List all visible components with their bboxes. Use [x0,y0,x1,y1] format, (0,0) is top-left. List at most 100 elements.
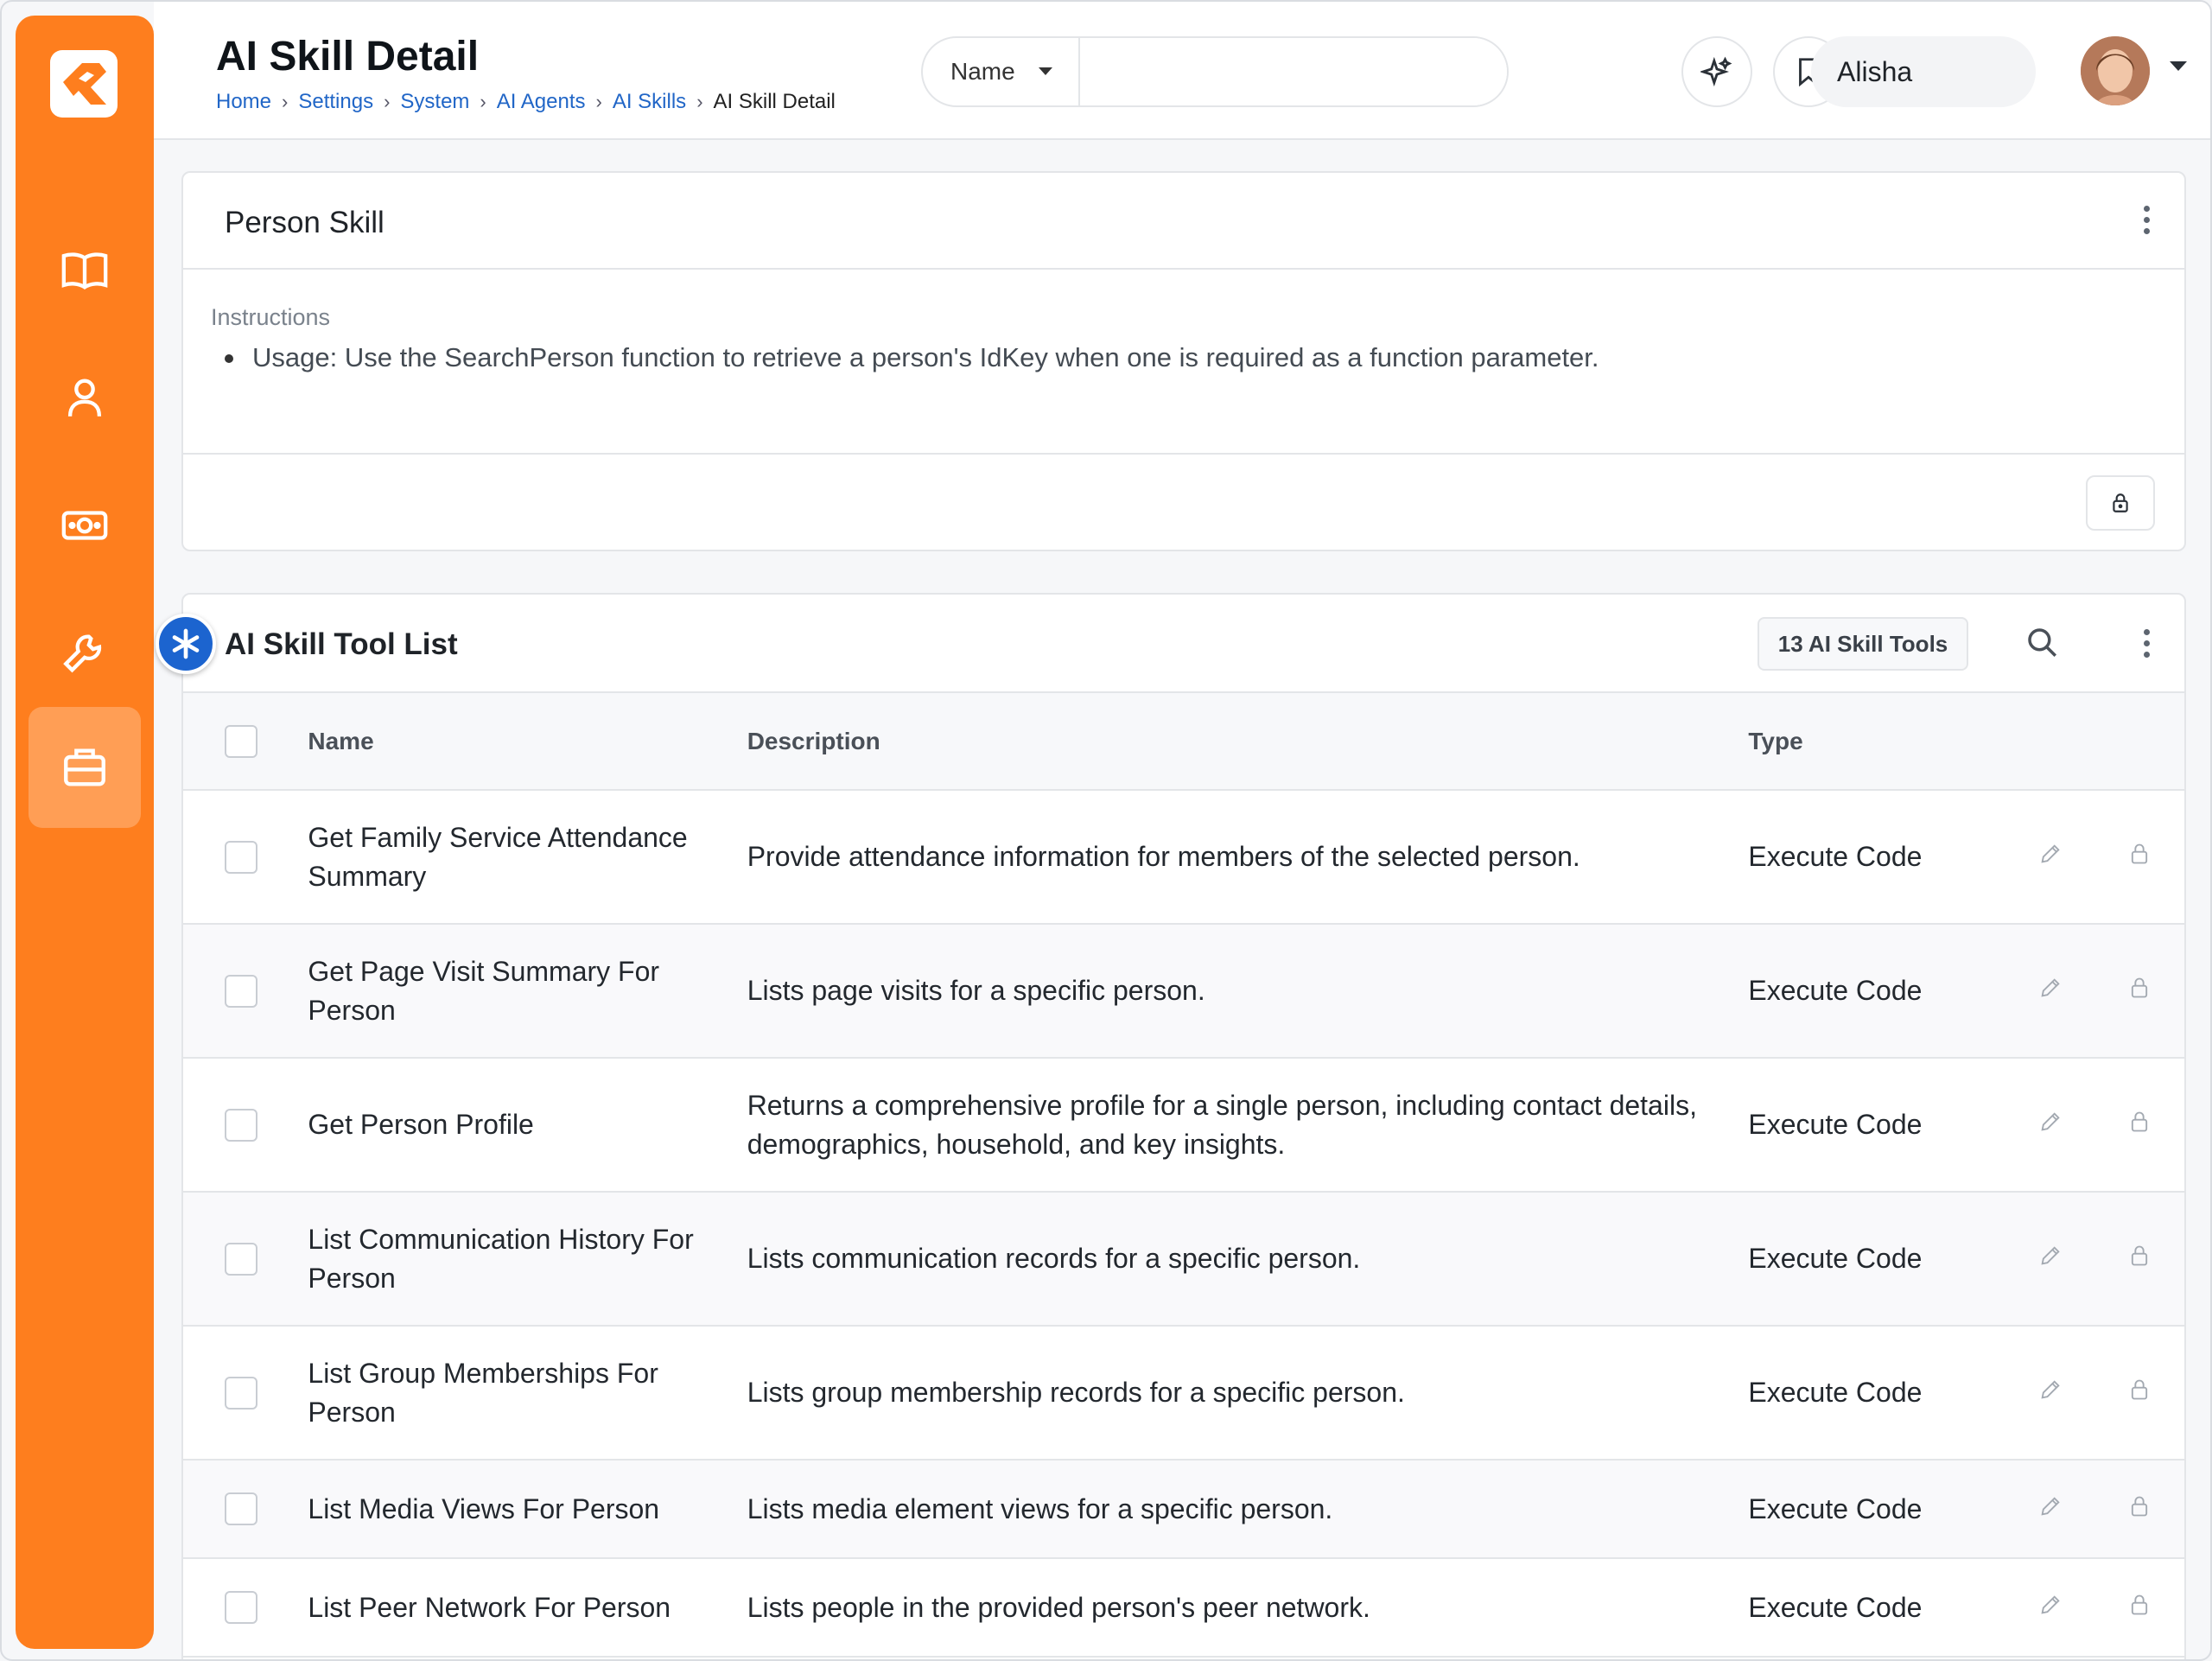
sidebar-item-tools[interactable] [29,593,141,714]
row-name: Get Family Service Attendance Summary [308,790,747,925]
row-checkbox[interactable] [225,1376,257,1410]
rock-logo-icon [63,63,106,105]
skill-title: Person Skill [225,206,385,239]
row-description: Returns a comprehensive profile for a si… [747,1058,1749,1193]
pencil-icon[interactable] [2038,1244,2063,1268]
book-icon [61,252,108,290]
search-bar: Name [921,36,1509,107]
column-name[interactable]: Name [308,693,747,791]
table-row[interactable]: List Media Views For Person Lists media … [183,1460,2184,1559]
row-checkbox[interactable] [225,974,257,1008]
breadcrumb-current: AI Skill Detail [713,90,836,113]
sparkles-icon [1700,56,1732,87]
search-input[interactable] [1080,38,1507,105]
ai-assistant-button[interactable] [1681,36,1752,107]
money-icon [61,511,108,540]
chevron-right-icon: › [595,91,602,112]
lock-icon[interactable] [2127,1494,2152,1518]
avatar[interactable] [2081,36,2150,105]
select-all-checkbox[interactable] [225,724,257,758]
table-row[interactable]: Get Page Visit Summary For Person Lists … [183,924,2184,1059]
row-checkbox[interactable] [225,1242,257,1276]
lock-icon[interactable] [2127,976,2152,1000]
pencil-icon[interactable] [2038,1494,2063,1518]
tool-table: Name Description Type Get Family Service… [183,693,2184,1658]
column-type[interactable]: Type [1748,693,2006,791]
breadcrumb-ai-skills[interactable]: AI Skills [613,90,686,114]
table-row[interactable]: List Peer Network For Person Lists peopl… [183,1558,2184,1658]
select-all-cell [183,693,308,791]
table-row[interactable]: Get Person Profile Returns a comprehensi… [183,1058,2184,1193]
instructions-label: Instructions [211,304,331,330]
search-field-label: Name [950,58,1015,85]
lock-icon[interactable] [2127,842,2152,866]
lock-icon[interactable] [2127,1593,2152,1617]
sidebar-item-people[interactable] [29,337,141,458]
row-name: Get Person Profile [308,1058,747,1193]
row-type: Execute Code [1748,1460,2006,1559]
column-edit [2005,693,2095,791]
search-field-select[interactable]: Name [923,38,1080,105]
chevron-right-icon: › [384,91,391,112]
user-menu[interactable]: Alisha [1811,36,2036,107]
security-button[interactable] [2086,475,2155,531]
row-checkbox[interactable] [225,1108,257,1142]
table-row[interactable]: Get Family Service Attendance Summary Pr… [183,790,2184,925]
row-name: List Group Memberships For Person [308,1326,747,1461]
app-window: AI Skill Detail Home › Settings › System… [0,0,2212,1661]
asterisk-icon[interactable] [156,614,216,674]
chevron-right-icon: › [282,91,289,112]
lock-icon[interactable] [2127,1244,2152,1268]
pencil-icon[interactable] [2038,842,2063,866]
tool-count-badge: 13 AI Skill Tools [1758,617,1968,671]
lock-icon[interactable] [2127,1110,2152,1134]
table-row[interactable]: List Communication History For Person Li… [183,1192,2184,1327]
row-description: Lists group membership records for a spe… [747,1326,1749,1461]
sidebar-item-book[interactable] [29,210,141,331]
briefcase-icon [64,748,105,786]
row-checkbox[interactable] [225,840,257,874]
breadcrumb-system[interactable]: System [400,90,469,114]
row-type: Execute Code [1748,1058,2006,1193]
column-description[interactable]: Description [747,693,1749,791]
wrench-icon [63,634,102,673]
row-checkbox[interactable] [225,1492,257,1525]
user-caret-down-icon[interactable] [2169,60,2188,73]
pencil-icon[interactable] [2038,1110,2063,1134]
pencil-icon[interactable] [2038,1378,2063,1402]
avatar-image [2081,36,2150,105]
row-description: Lists page visits for a specific person. [747,924,1749,1059]
row-name: Get Page Visit Summary For Person [308,924,747,1059]
row-description: Provide attendance information for membe… [747,790,1749,925]
skill-detail-card: Person Skill Instructions Usage: Use the… [181,171,2186,551]
breadcrumb-home[interactable]: Home [216,90,271,114]
tool-list-title: AI Skill Tool List [225,627,458,661]
sidebar-item-admin[interactable] [29,707,141,828]
tool-list-header: AI Skill Tool List 13 AI Skill Tools [183,595,2184,693]
table-row[interactable]: List Group Memberships For Person Lists … [183,1326,2184,1461]
row-checkbox[interactable] [225,1591,257,1624]
lock-icon[interactable] [2127,1378,2152,1402]
table-header-row: Name Description Type [183,693,2184,791]
column-security [2094,693,2184,791]
row-type: Execute Code [1748,790,2006,925]
breadcrumb-settings[interactable]: Settings [298,90,373,114]
sidebar-item-finance[interactable] [29,465,141,586]
pencil-icon[interactable] [2038,1593,2063,1617]
chevron-right-icon: › [480,91,486,112]
tool-list-options-menu-icon[interactable] [2138,629,2155,658]
skill-card-header: Person Skill [183,173,2184,270]
breadcrumb-ai-agents[interactable]: AI Agents [497,90,586,114]
row-name: List Communication History For Person [308,1192,747,1327]
user-name: Alisha [1837,55,1913,87]
pencil-icon[interactable] [2038,976,2063,1000]
row-type: Execute Code [1748,924,2006,1059]
skill-options-menu-icon[interactable] [2138,206,2155,234]
search-icon[interactable] [2024,624,2060,660]
row-name: List Peer Network For Person [308,1558,747,1658]
row-description: Lists communication records for a specif… [747,1192,1749,1327]
rock-logo[interactable] [50,50,118,118]
row-type: Execute Code [1748,1326,2006,1461]
row-type: Execute Code [1748,1192,2006,1327]
row-description: Lists people in the provided person's pe… [747,1558,1749,1658]
